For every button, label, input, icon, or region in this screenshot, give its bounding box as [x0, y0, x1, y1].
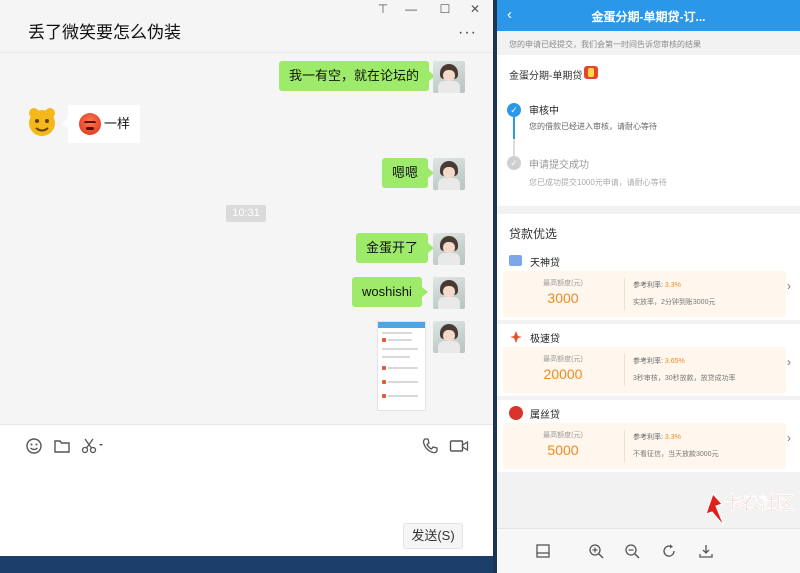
rotate-icon[interactable] [661, 543, 677, 559]
timestamp: 10:31 [226, 205, 266, 222]
quota-value: 5000 [547, 442, 579, 458]
message-bubble-sent[interactable]: woshishi [352, 277, 428, 307]
close-button[interactable]: ✕ [464, 2, 486, 16]
product-badge-icon [584, 66, 598, 79]
step-title: 申请提交成功 [529, 160, 589, 171]
watermark-emblem-icon [705, 493, 725, 527]
loan-card[interactable]: 极速贷 最高额度(元) 20000 参考利率: 3.65% 3秒审核，30秒放款… [497, 324, 800, 396]
sticker-avatar[interactable] [25, 105, 59, 139]
loan-logo-icon [510, 331, 522, 343]
message-bubble-sent[interactable]: 金蛋开了 [356, 233, 435, 263]
loan-name: 极速贷 [530, 334, 560, 345]
loan-logo-icon [509, 406, 523, 420]
avatar[interactable] [433, 321, 465, 353]
check-icon [507, 103, 521, 117]
scissors-icon[interactable] [81, 437, 105, 455]
chat-title: 丢了微笑要怎么伪装 [28, 23, 181, 42]
message-text: 一样 [104, 116, 131, 131]
quota-label: 最高额度(元) [543, 356, 583, 363]
loan-detail: 最高额度(元) 3000 参考利率: 3.3% 实放率，2分钟到账3000元 [503, 271, 786, 317]
loan-recommendations: 贷款优选 天神贷 最高额度(元) 3000 参考利率: 3.3% 实放率，2分钟… [497, 214, 800, 484]
pin-icon[interactable]: ⊤ [372, 2, 394, 16]
maximize-button[interactable]: ☐ [434, 2, 456, 16]
loan-name: 属丝贷 [530, 410, 560, 421]
message-bubble-received[interactable]: 一样 [61, 105, 141, 143]
quota-value: 20000 [543, 366, 583, 382]
avatar[interactable] [433, 277, 465, 309]
avatar[interactable] [433, 233, 465, 265]
download-icon[interactable] [698, 543, 714, 559]
emoji-icon[interactable] [25, 437, 43, 455]
desktop-background [0, 556, 493, 573]
send-button[interactable]: 发送(S) [403, 523, 463, 549]
sidebar-toggle-icon[interactable] [535, 543, 551, 559]
avatar[interactable] [433, 158, 465, 190]
phone-title: 金蛋分期-单期贷-订... [591, 10, 706, 24]
section-header: 贷款优选 [497, 214, 800, 248]
loan-description: 3秒审核，30秒放款，放贷成功率 [633, 375, 736, 382]
chat-header: 丢了微笑要怎么伪装 ⊤ — ☐ ✕ ··· [0, 0, 493, 53]
message-list[interactable]: 我一有空，就在论坛的 一样 嗯嗯 10:31 金蛋开了 woshishi [0, 54, 493, 424]
more-options-icon[interactable]: ··· [458, 24, 477, 42]
rate: 参考利率: 3.65% [633, 358, 685, 365]
quota-label: 最高额度(元) [543, 280, 583, 287]
image-message-thumbnail[interactable] [377, 321, 426, 411]
section-title: 贷款优选 [509, 227, 558, 241]
chat-window: 丢了微笑要怎么伪装 ⊤ — ☐ ✕ ··· 我一有空，就在论坛的 一样 嗯嗯 1… [0, 0, 493, 556]
check-icon [507, 156, 521, 170]
phone-header: ‹ 金蛋分期-单期贷-订... [497, 0, 800, 31]
rate: 参考利率: 3.3% [633, 282, 681, 289]
loan-detail: 最高额度(元) 20000 参考利率: 3.65% 3秒审核，30秒放款，放贷成… [503, 347, 786, 393]
rate: 参考利率: 3.3% [633, 434, 681, 441]
step-title: 审核中 [529, 106, 559, 117]
avatar[interactable] [433, 61, 465, 93]
folder-icon[interactable] [53, 437, 71, 455]
loan-detail: 最高额度(元) 5000 参考利率: 3.3% 不看征信，当天放款3000元 [503, 423, 786, 469]
step-description: 您已成功提交1000元申请，请耐心等待 [529, 178, 667, 187]
message-bubble-sent[interactable]: 我一有空，就在论坛的 [279, 61, 436, 91]
message-bubble-sent[interactable]: 嗯嗯 [382, 158, 435, 188]
watermark-logo: 卡农社区 [700, 484, 796, 534]
quota-value: 3000 [547, 290, 579, 306]
image-viewer-toolbar [497, 528, 800, 573]
minimize-button[interactable]: — [400, 2, 422, 16]
chevron-right-icon: › [787, 431, 791, 445]
submit-notice: 您的申请已经提交，我们会第一时间告诉您审核的结果 [509, 40, 701, 49]
chevron-right-icon: › [787, 279, 791, 293]
zoom-in-icon[interactable] [588, 543, 604, 559]
zoom-out-icon[interactable] [624, 543, 640, 559]
video-call-icon[interactable] [449, 437, 469, 455]
angry-emoji-icon [79, 113, 101, 135]
product-name: 金蛋分期-单期贷 [509, 71, 583, 82]
loan-name: 天神贷 [530, 258, 560, 269]
step-connector-active [513, 117, 515, 139]
quota-label: 最高额度(元) [543, 432, 583, 439]
step-description: 您的借款已经进入审核，请耐心等待 [529, 122, 657, 131]
loan-card[interactable]: 属丝贷 最高额度(元) 5000 参考利率: 3.3% 不看征信，当天放款300… [497, 400, 800, 472]
input-area[interactable]: 发送(S) [0, 424, 493, 556]
loan-description: 实放率，2分钟到账3000元 [633, 299, 716, 306]
loan-description: 不看征信，当天放款3000元 [633, 451, 719, 458]
chevron-right-icon: › [787, 355, 791, 369]
phone-call-icon[interactable] [421, 437, 439, 455]
loan-logo-icon [509, 255, 522, 266]
watermark-text: 卡农社区 [724, 493, 795, 514]
application-status-card: 金蛋分期-单期贷 审核中 您的借款已经进入审核，请耐心等待 申请提交成功 您已成… [497, 55, 800, 206]
loan-card[interactable]: 天神贷 最高额度(元) 3000 参考利率: 3.3% 实放率，2分钟到账300… [497, 248, 800, 320]
